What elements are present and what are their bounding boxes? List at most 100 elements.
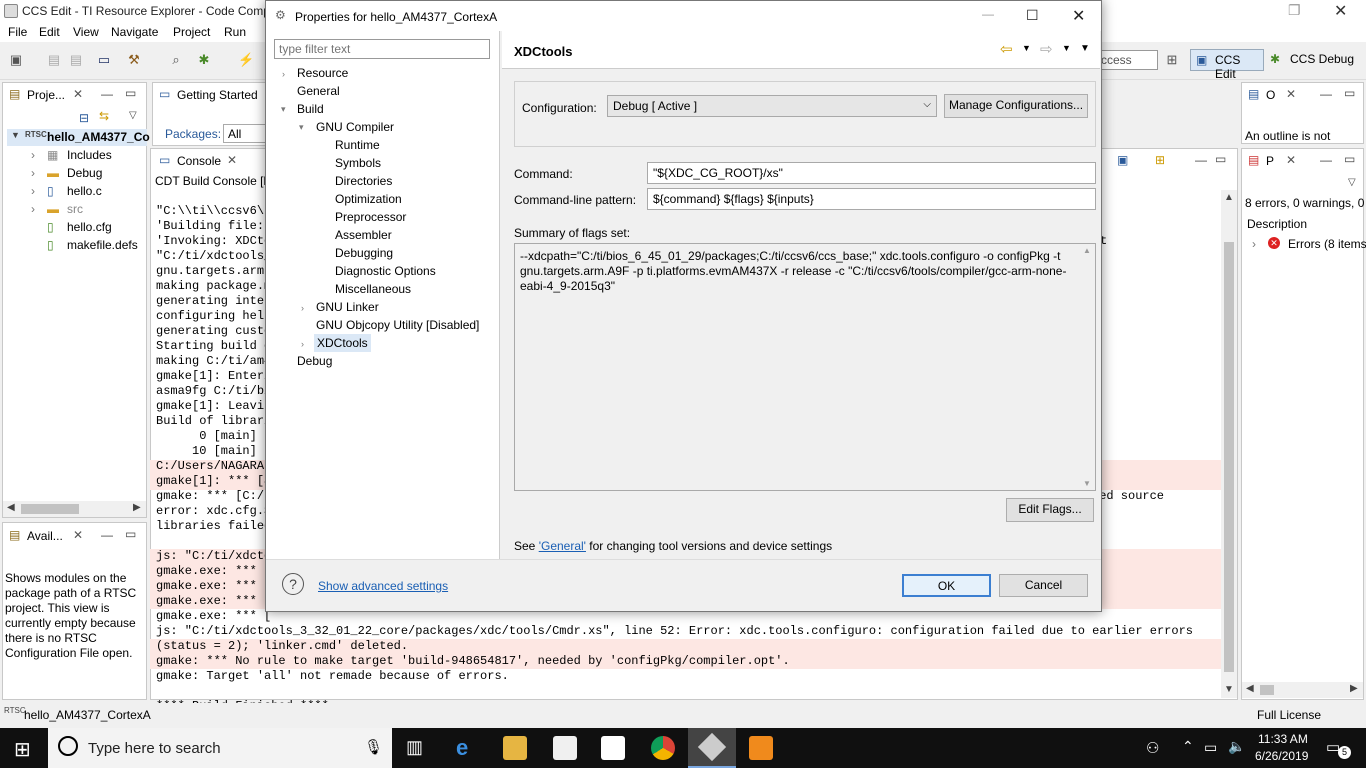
nav-build[interactable]: Build [297, 102, 324, 116]
summary-scrollbar[interactable]: ▲ ▼ [1081, 246, 1093, 488]
project-root[interactable]: ▼ RTSC hello_AM4377_Co [7, 129, 150, 146]
tree-item-hello-cfg[interactable]: ▯ hello.cfg [31, 220, 112, 234]
display-console-icon[interactable]: ▣ [1117, 153, 1128, 167]
outline-tab[interactable]: ▤ O ✕ [1242, 83, 1298, 107]
nav-diagnostic-options[interactable]: Diagnostic Options [335, 264, 436, 278]
nav-general[interactable]: General [297, 84, 340, 98]
save-icon[interactable]: ▤ [46, 52, 62, 68]
scroll-up-icon[interactable]: ▲ [1224, 192, 1234, 203]
nav-objcopy[interactable]: GNU Objcopy Utility [Disabled] [316, 318, 479, 332]
scroll-down-icon[interactable]: ▼ [1224, 684, 1234, 695]
nav-assembler[interactable]: Assembler [335, 228, 392, 242]
menu-view[interactable]: View [73, 25, 99, 39]
chevron-right-icon[interactable]: › [301, 339, 304, 349]
collapse-all-icon[interactable]: ⊟ [79, 111, 89, 125]
open-console-icon[interactable]: ⊞ [1155, 153, 1165, 167]
scroll-thumb[interactable] [1224, 242, 1234, 672]
console-icon[interactable]: ▭ [96, 52, 112, 68]
volume-icon[interactable]: 🔈 [1228, 738, 1245, 755]
show-advanced-settings-link[interactable]: Show advanced settings [318, 579, 448, 593]
build-icon[interactable]: ⚒ [126, 52, 142, 68]
perspective-ccs-edit[interactable]: ▣ CCS Edit [1190, 49, 1264, 81]
save-all-icon[interactable]: ▤ [68, 52, 84, 68]
chevron-down-icon[interactable]: ▾ [281, 104, 286, 115]
tree-item-debug[interactable]: › ▬ Debug [31, 166, 102, 180]
close-icon[interactable]: ✕ [1334, 1, 1347, 21]
minimize-icon[interactable]: — [1320, 87, 1332, 101]
problems-tab[interactable]: ▤ P ✕ [1242, 149, 1298, 173]
edit-flags-button[interactable]: Edit Flags... [1006, 498, 1094, 522]
chevron-right-icon[interactable]: › [31, 184, 35, 198]
tray-chevron-icon[interactable]: ⌃ [1182, 738, 1194, 755]
back-menu-icon[interactable]: ▼ [1022, 43, 1031, 53]
taskbar-search[interactable]: Type here to search 🎙 [48, 728, 392, 768]
minimize-icon[interactable]: — [101, 528, 113, 542]
horizontal-scrollbar[interactable]: ◀ ▶ [1242, 682, 1363, 698]
problems-row-errors[interactable]: › ✕ Errors (8 items [1252, 237, 1366, 251]
manage-configurations-button[interactable]: Manage Configurations... [944, 94, 1088, 118]
horizontal-scrollbar[interactable]: ◀ ▶ [3, 501, 146, 517]
menu-project[interactable]: Project [173, 25, 210, 39]
project-explorer-tab[interactable]: ▤ Proje... ✕ [3, 83, 91, 107]
close-tab-icon[interactable]: ✕ [227, 153, 237, 167]
scroll-thumb[interactable] [21, 504, 79, 514]
chevron-right-icon[interactable]: › [301, 303, 304, 313]
search-icon[interactable]: ⌕ [168, 52, 184, 68]
chevron-right-icon[interactable]: › [31, 166, 35, 180]
menu-navigate[interactable]: Navigate [111, 25, 158, 39]
description-column-header[interactable]: Description [1247, 217, 1307, 231]
view-menu-icon[interactable]: ▽ [1348, 177, 1356, 188]
mail-icon[interactable] [601, 736, 625, 760]
tree-item-src[interactable]: › ▬ src [31, 202, 83, 216]
scroll-left-icon[interactable]: ◀ [7, 502, 15, 513]
summary-textarea[interactable]: --xdcpath="C:/ti/bios_6_45_01_29/package… [514, 243, 1096, 491]
scroll-up-icon[interactable]: ▲ [1083, 246, 1091, 255]
chevron-right-icon[interactable]: › [1252, 237, 1256, 251]
nav-symbols[interactable]: Symbols [335, 156, 381, 170]
nav-miscellaneous[interactable]: Miscellaneous [335, 282, 411, 296]
configuration-select[interactable]: Debug [ Active ] ⌵ [607, 95, 937, 117]
maximize-icon[interactable]: ☐ [1026, 7, 1039, 24]
scroll-right-icon[interactable]: ▶ [133, 502, 141, 513]
forward-arrow-icon[interactable]: ⇨ [1040, 40, 1053, 58]
command-input[interactable]: "${XDC_CG_ROOT}/xs" [647, 162, 1096, 184]
nav-optimization[interactable]: Optimization [335, 192, 402, 206]
maximize-icon[interactable]: ▭ [1215, 152, 1226, 166]
menu-file[interactable]: File [8, 25, 27, 39]
menu-run[interactable]: Run [224, 25, 246, 39]
general-link[interactable]: 'General' [539, 539, 586, 553]
close-tab-icon[interactable]: ✕ [73, 528, 83, 542]
new-icon[interactable]: ▣ [8, 52, 24, 68]
nav-runtime[interactable]: Runtime [335, 138, 380, 152]
microphone-icon[interactable]: 🎙 [364, 738, 383, 756]
status-license[interactable]: Full License [1257, 708, 1321, 722]
ccs-taskbar-button[interactable] [688, 728, 736, 768]
chevron-right-icon[interactable]: › [31, 202, 35, 216]
back-arrow-icon[interactable]: ⇦ [1000, 40, 1013, 58]
edge-icon[interactable]: e [456, 735, 468, 761]
windows-start-icon[interactable]: ⊞ [14, 737, 31, 762]
quick-access-input[interactable]: ccess [1096, 50, 1158, 70]
clock-date[interactable]: 6/26/2019 [1255, 749, 1308, 763]
nav-resource[interactable]: Resource [297, 66, 348, 80]
expand-icon[interactable]: ▼ [11, 130, 20, 140]
nav-directories[interactable]: Directories [335, 174, 392, 188]
tree-item-includes[interactable]: › ▦ Includes [31, 148, 112, 162]
pattern-input[interactable]: ${command} ${flags} ${inputs} [647, 188, 1096, 210]
flash-icon[interactable]: ⚡ [238, 52, 254, 68]
nav-debugging[interactable]: Debugging [335, 246, 393, 260]
pdf-reader-icon[interactable] [749, 736, 773, 760]
ok-button[interactable]: OK [902, 574, 991, 597]
link-editor-icon[interactable]: ⇆ [99, 109, 109, 123]
restore-icon[interactable]: ❐ [1288, 2, 1301, 19]
clock-time[interactable]: 11:33 AM [1258, 732, 1308, 746]
minimize-icon[interactable]: — [101, 87, 113, 101]
nav-gnu-compiler[interactable]: GNU Compiler [316, 120, 394, 134]
nav-preprocessor[interactable]: Preprocessor [335, 210, 406, 224]
view-menu-icon[interactable]: ▼ [1080, 43, 1090, 54]
forward-menu-icon[interactable]: ▼ [1062, 43, 1071, 53]
minimize-icon[interactable]: — [982, 7, 994, 21]
nav-gnu-linker[interactable]: GNU Linker [316, 300, 379, 314]
getting-started-tab[interactable]: ▭ Getting Started [153, 83, 258, 107]
chevron-right-icon[interactable]: › [31, 148, 35, 162]
